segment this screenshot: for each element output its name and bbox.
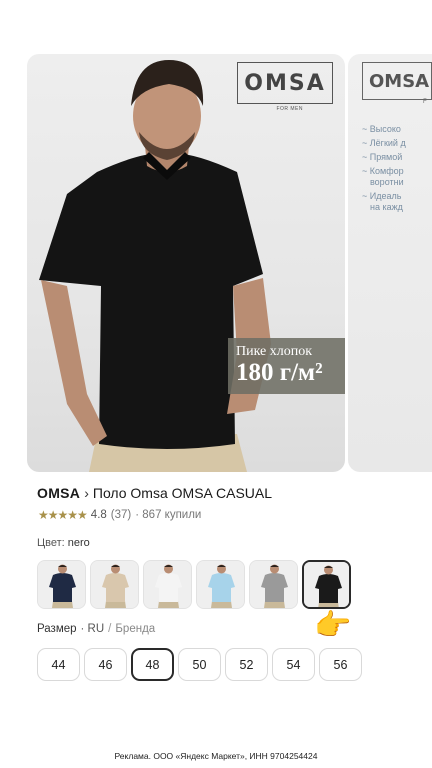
swatch-model-image [304,562,349,607]
chevron-right-icon: › [84,485,89,501]
pointing-hand-icon: 👉 [314,609,352,642]
size-label-row: Размер · RU / Бренда [37,623,155,635]
feature-item: ~ Высоко [362,124,401,134]
color-label: Цвет: [37,537,65,549]
ad-disclaimer: Реклама. ООО «Яндекс Маркет», ИНН 970425… [114,751,318,761]
color-swatch-light-blue[interactable] [196,560,245,609]
model-photo [39,60,271,472]
swatch-model-image [91,561,138,608]
color-swatches [37,560,351,609]
star-rating-icon: ★★★★★ [38,508,88,522]
rating-value: 4.8 [90,509,107,521]
swatch-model-image [250,561,297,608]
swatch-model-image [38,561,85,608]
logo-text-next: OMSA [369,70,430,92]
swatch-model-image [144,561,191,608]
size-option-48[interactable]: 48 [131,648,174,681]
size-option-56[interactable]: 56 [319,648,362,681]
feature-item: ~ Прямой [362,152,403,162]
feature-item: воротни [370,177,404,187]
product-title: OMSA › Поло Omsa OMSA CASUAL [37,485,272,501]
color-value: nero [67,537,90,549]
brand-link[interactable]: OMSA [37,485,80,501]
swatch-model-image [197,561,244,608]
review-count: (37) [110,509,132,521]
brand-logo-next: OMSA [362,62,432,100]
badge-line-2: 180 г/м² [236,359,323,386]
feature-item: ~ Лёгкий д [362,138,406,148]
size-options: 44 46 48 50 52 54 56 [37,648,362,681]
size-system-brand[interactable]: Бренда [115,623,155,635]
color-swatch-beige[interactable] [90,560,139,609]
logo-text: OMSA [244,70,326,96]
badge-line-1: Пике хлопок [236,344,313,359]
size-option-50[interactable]: 50 [178,648,221,681]
color-swatch-nero[interactable] [302,560,351,609]
rating-row[interactable]: ★★★★★ 4.8 (37) · 867 купили [38,508,201,522]
size-system-ru[interactable]: · RU [81,623,105,635]
feature-item: ~ Идеаль [362,191,402,201]
product-gallery[interactable]: OMSA FOR MEN Пике хлопок 180 г/м² OMSA F… [27,54,432,472]
brand-logo: OMSA [237,62,333,104]
feature-item: на кажд [370,202,403,212]
size-option-52[interactable]: 52 [225,648,268,681]
sold-count: · 867 купили [135,509,202,521]
logo-subtitle-next: F [423,99,427,105]
feature-list: ~ Высоко ~ Лёгкий д ~ Прямой ~ Комфор во… [362,124,406,216]
size-option-44[interactable]: 44 [37,648,80,681]
size-option-54[interactable]: 54 [272,648,315,681]
logo-subtitle: FOR MEN [276,106,303,112]
size-system-separator: / [108,623,112,635]
color-swatch-white[interactable] [143,560,192,609]
color-label-row: Цвет: nero [37,537,90,549]
feature-item: ~ Комфор [362,166,404,176]
gallery-slide-main[interactable]: OMSA FOR MEN Пике хлопок 180 г/м² [27,54,345,472]
fabric-badge: Пике хлопок 180 г/м² [228,338,345,394]
gallery-slide-next[interactable]: OMSA F ~ Высоко ~ Лёгкий д ~ Прямой ~ Ко… [348,54,432,472]
size-label: Размер [37,623,77,635]
color-swatch-grey[interactable] [249,560,298,609]
product-name: Поло Omsa OMSA CASUAL [92,485,273,501]
size-option-46[interactable]: 46 [84,648,127,681]
color-swatch-navy[interactable] [37,560,86,609]
